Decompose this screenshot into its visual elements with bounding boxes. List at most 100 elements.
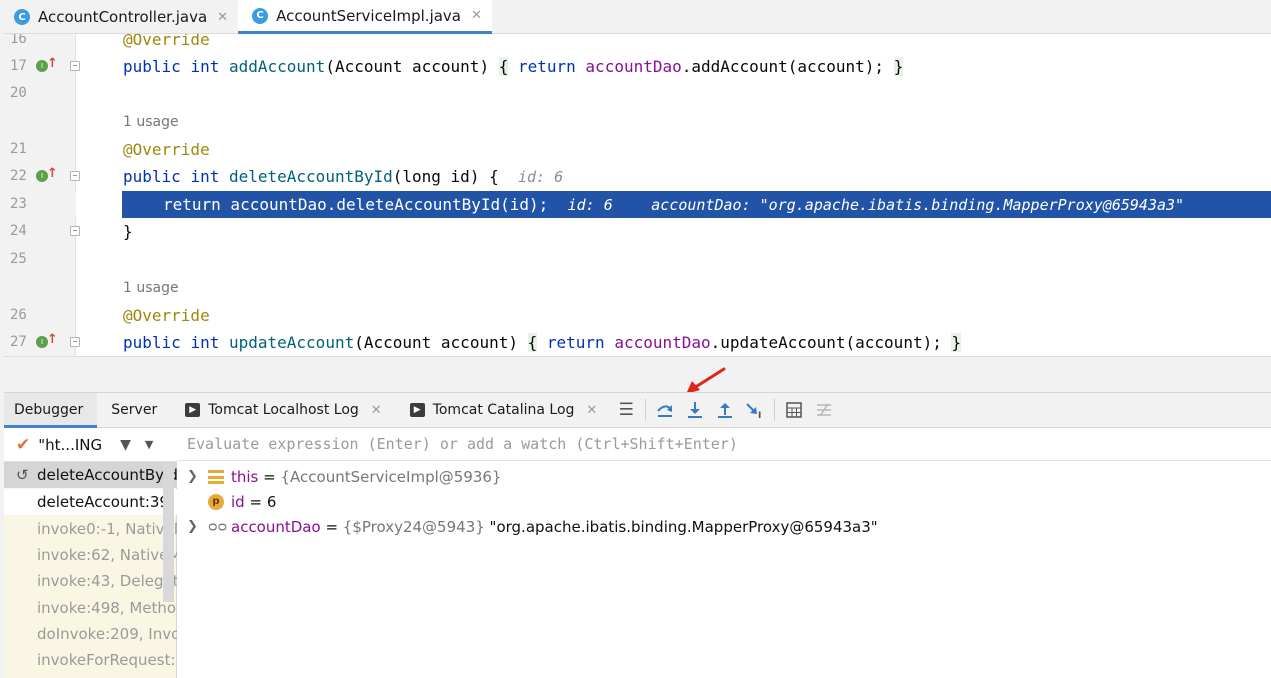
frames-scrollbar[interactable] [163,462,174,602]
close-icon[interactable]: ✕ [471,8,482,23]
usage-hint-line: 1 usage [0,109,1271,136]
tab-tomcat-catalina-log[interactable]: ▶ Tomcat Catalina Log ✕ [396,393,612,428]
overrides-arrow-icon[interactable]: ↑ [47,166,58,181]
variable-accountdao[interactable]: ❯ ᴑᴑ accountDao = {$Proxy24@5943} "org.a… [178,514,1271,540]
gutter-cell [76,191,122,218]
fold-toggle-icon[interactable] [70,171,80,181]
tab-label: Debugger [14,402,84,418]
frame-label: invoke:498, Methoc [37,599,177,617]
parameter-icon: p [208,494,224,510]
evaluate-icon[interactable] [779,395,809,425]
chevron-down-icon[interactable]: ▼ [145,438,153,451]
stack-frame[interactable]: ↺ deleteAccountById [4,462,177,488]
line-number: 24 [10,223,27,239]
tab-tomcat-localhost-log[interactable]: ▶ Tomcat Localhost Log ✕ [171,393,395,428]
fold-toggle-icon[interactable] [70,61,80,71]
frame-label: doInvoke:209, Invo [37,625,177,643]
line-number: 20 [10,85,27,101]
variables-panel: ❯ this = {AccountServiceImpl@5936} p id … [178,428,1271,678]
tab-account-controller[interactable]: C AccountController.java ✕ [0,0,238,34]
code-text: public int deleteAccountById(long id) { … [123,167,564,186]
check-icon: ✔ [16,434,31,455]
left-edge-strip [0,0,4,678]
usage-hint-line: 1 usage [0,275,1271,302]
watch-glasses-icon: ᴑᴑ [208,519,228,535]
code-line-16[interactable]: 16 @Override [0,34,1271,53]
evaluate-expression-input[interactable] [187,435,1187,453]
frames-panel: ✔ "ht...ING ▼ ▼ ↺ deleteAccountById dele… [0,428,177,678]
debug-toolbar: Debugger Server ▶ Tomcat Localhost Log ✕… [0,392,1271,428]
code-text: @Override [123,34,210,49]
frame-label: invoke:43, Delegati [37,572,177,590]
code-editor[interactable]: 16 @Override 17 I ↑ public int addAccoun… [0,34,1271,356]
code-line-26[interactable]: 26 @Override [0,302,1271,329]
frame-label: deleteAccount:39, [37,493,174,511]
code-line-21[interactable]: 21 @Override [0,136,1271,163]
line-number: 25 [10,251,27,267]
code-text: @Override [123,140,210,159]
variable-text: this = {AccountServiceImpl@5936} [231,468,502,486]
overrides-arrow-icon[interactable]: ↑ [47,56,58,71]
code-line-24[interactable]: 24 } [0,218,1271,245]
evaluate-bar [178,428,1271,461]
line-number: 23 [10,196,27,212]
editor-tab-bar: C AccountController.java ✕ C AccountServ… [0,0,1271,34]
terminal-icon: ▶ [185,403,201,417]
code-text: @Override [123,306,210,325]
variable-id[interactable]: p id = 6 [178,489,1271,515]
stack-frame[interactable]: invoke:62, NativeM [4,542,177,568]
menu-lines-icon[interactable]: ☰ [611,395,641,425]
stack-frame[interactable]: invokeForRequest:1 [4,647,177,673]
tab-server[interactable]: Server [97,393,171,428]
chevron-right-icon[interactable]: ❯ [187,514,198,540]
stack-frame[interactable]: invoke:498, Methoc [4,595,177,621]
close-icon[interactable]: ✕ [586,403,597,418]
close-icon[interactable]: ✕ [371,403,382,418]
field-icon [208,470,224,484]
code-line-27[interactable]: 27 I ↑ public int updateAccount(Account … [0,329,1271,356]
code-line-23-execution-point[interactable]: 23 return accountDao.deleteAccountById(i… [0,191,1271,218]
tab-label: AccountServiceImpl.java [276,6,461,25]
tab-label: Tomcat Catalina Log [432,402,575,418]
thread-selector[interactable]: ✔ "ht...ING ▼ ▼ [4,428,177,462]
frame-label: invoke0:-1, NativeM [37,520,177,538]
filter-icon[interactable]: ▼ [120,437,131,453]
terminal-icon: ▶ [409,403,425,417]
stack-frame[interactable]: invoke:43, Delegati [4,568,177,594]
code-line-20[interactable]: 20 [0,80,1271,107]
fold-toggle-icon[interactable] [70,226,80,236]
run-to-cursor-icon[interactable]: I [740,395,770,425]
usage-hint[interactable]: 1 usage [123,109,179,136]
inline-debug-value: id: 6 [567,196,613,214]
tab-label: Server [111,402,158,418]
code-line-25[interactable]: 25 [0,246,1271,273]
frame-label: invoke:62, NativeM [37,546,177,564]
trace-icon[interactable] [809,395,839,425]
code-line-17[interactable]: 17 I ↑ public int addAccount(Account acc… [0,53,1271,80]
step-over-icon[interactable] [650,395,680,425]
java-class-icon: C [14,9,30,25]
code-line-22[interactable]: 22 I ↑ public int deleteAccountById(long… [0,163,1271,190]
stack-frame[interactable]: doInvoke:209, Invo [4,621,177,647]
chevron-right-icon[interactable]: ❯ [187,464,198,490]
panel-separator[interactable] [0,356,1271,392]
usage-hint[interactable]: 1 usage [123,275,179,302]
close-icon[interactable]: ✕ [217,10,228,25]
code-text: return accountDao.deleteAccountById(id);… [123,191,1185,218]
stack-frame[interactable]: deleteAccount:39, [4,489,177,515]
fold-toggle-icon[interactable] [70,337,80,347]
line-number: 16 [10,34,27,47]
variable-this[interactable]: ❯ this = {AccountServiceImpl@5936} [178,464,1271,490]
tab-debugger[interactable]: Debugger [0,392,98,428]
thread-label: "ht...ING [38,435,103,454]
step-into-icon[interactable] [680,395,710,425]
toolbar-divider [645,399,647,421]
frame-label: invokeForRequest:1 [37,651,177,669]
inline-debug-value: id: 6 [517,168,564,186]
variable-text: id = 6 [231,493,277,511]
line-number: 21 [10,141,27,157]
overrides-arrow-icon[interactable]: ↑ [47,332,58,347]
stack-frame[interactable]: invoke0:-1, NativeM [4,516,177,542]
step-out-icon[interactable] [710,395,740,425]
tab-account-service-impl[interactable]: C AccountServiceImpl.java ✕ [238,0,492,34]
